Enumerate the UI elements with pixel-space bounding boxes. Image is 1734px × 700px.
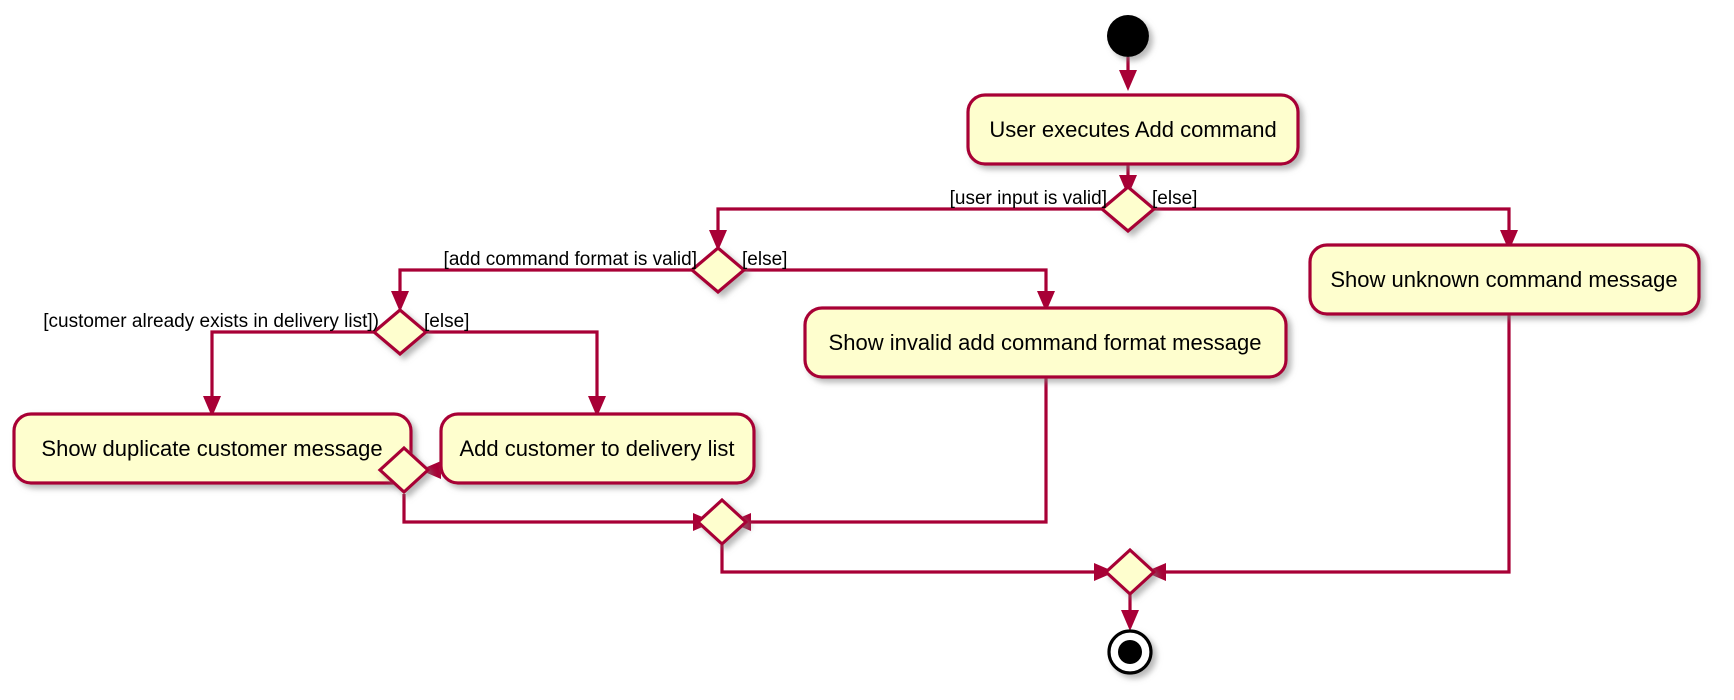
- guard-user-input-else: [else]: [1152, 188, 1197, 209]
- decision-customer-already-exists: [371, 307, 429, 357]
- merge-node-middle: [695, 497, 749, 547]
- edge-decision-duplicate-exists: [203, 330, 376, 417]
- edge-decision-input-valid: [709, 207, 1104, 251]
- decision-user-input-valid: [1099, 184, 1157, 234]
- edge-decision-format-else: [742, 268, 1055, 312]
- decision-add-command-format-valid: [689, 245, 747, 295]
- edge-start-to-user-executes: [1119, 57, 1137, 91]
- merge-node-outer: [1103, 547, 1157, 597]
- activity-add-customer-to-delivery-list-label: Add customer to delivery list: [459, 436, 734, 461]
- guard-add-format-else: [else]: [742, 249, 787, 270]
- edge-invalid-format-to-merge-middle: [730, 377, 1048, 531]
- start-node: [1107, 15, 1149, 57]
- guard-add-format-valid: [add command format is valid]: [444, 249, 697, 270]
- activity-show-invalid-add-command-format-message-label: Show invalid add command format message: [829, 330, 1262, 355]
- edge-decision-format-valid: [391, 268, 694, 312]
- activity-diagram: User executes Add command [user input is…: [12, 15, 1701, 675]
- activity-diagram-canvas: User executes Add command [user input is…: [0, 0, 1734, 700]
- guard-user-input-valid: [user input is valid]: [950, 188, 1107, 209]
- guard-customer-already-exists: [customer already exists in delivery lis…: [43, 311, 379, 332]
- activity-user-executes-add-command-label: User executes Add command: [989, 117, 1276, 142]
- edge-merge-middle-to-merge-outer: [720, 545, 1115, 581]
- edge-merge-outer-to-end: [1121, 594, 1139, 631]
- activity-show-duplicate-customer-message-label: Show duplicate customer message: [41, 436, 382, 461]
- end-node: [1107, 629, 1153, 675]
- edge-merge-inner-to-merge-middle: [402, 494, 714, 531]
- edge-decision-duplicate-else: [424, 330, 606, 417]
- activity-show-unknown-command-message-label: Show unknown command message: [1330, 267, 1677, 292]
- guard-customer-exists-else: [else]: [424, 311, 469, 332]
